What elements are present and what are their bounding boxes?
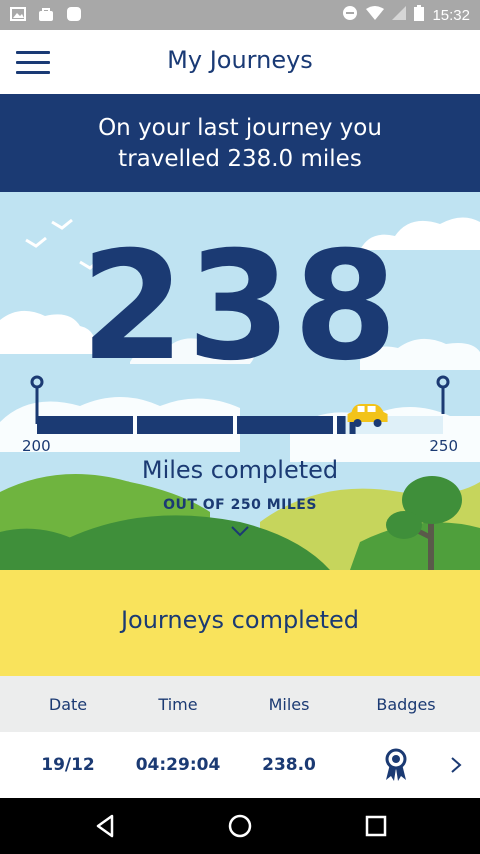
table-row[interactable]: 19/12 04:29:04 238.0 [0, 732, 480, 798]
wifi-icon [366, 6, 385, 24]
do-not-disturb-icon [342, 5, 358, 25]
row-time: 04:29:04 [135, 755, 221, 775]
track-segment [337, 416, 346, 434]
app-icon [66, 6, 82, 21]
chevron-right-icon[interactable] [440, 732, 472, 798]
column-header-miles: Miles [268, 694, 310, 714]
row-date: 19/12 [41, 755, 95, 775]
app-bar: My Journeys [0, 30, 480, 94]
android-nav-bar [0, 798, 480, 854]
miles-goal-label: OUT OF 250 MILES [163, 497, 317, 513]
row-miles: 238.0 [262, 755, 316, 775]
recents-icon[interactable] [362, 812, 390, 840]
column-header-badges: Badges [376, 694, 436, 714]
journeys-table-header: Date Time Miles Badges [0, 676, 480, 732]
scale-end-label: 250 [429, 437, 458, 455]
status-time: 15:32 [432, 6, 470, 24]
page-title: My Journeys [167, 46, 313, 74]
journeys-completed-heading: Journeys completed [0, 570, 480, 676]
signal-icon [392, 6, 407, 24]
home-icon[interactable] [226, 812, 254, 840]
ribbon-badge-icon [376, 732, 416, 798]
banner-line-2: travelled 238.0 miles [118, 146, 362, 172]
status-bar: 15:32 [0, 0, 480, 30]
last-journey-banner: On your last journey you travelled 238.0… [0, 94, 480, 192]
progress-scene: 238 200 250 Miles completed OUT OF 250 M… [0, 192, 480, 570]
miles-completed-label: Miles completed [141, 456, 339, 484]
track-segment [237, 416, 333, 434]
miles-value: 238 [80, 220, 400, 394]
column-header-date: Date [48, 694, 88, 714]
banner-line-1: On your last journey you [98, 115, 382, 141]
track-segment [137, 416, 233, 434]
column-header-time: Time [158, 694, 198, 714]
scale-start-label: 200 [22, 437, 51, 455]
battery-icon [414, 5, 425, 25]
shopping-bag-icon [38, 6, 54, 21]
image-icon [10, 6, 26, 21]
track-segment [37, 416, 133, 434]
back-icon[interactable] [92, 812, 120, 840]
chevron-down-icon[interactable] [230, 522, 250, 541]
